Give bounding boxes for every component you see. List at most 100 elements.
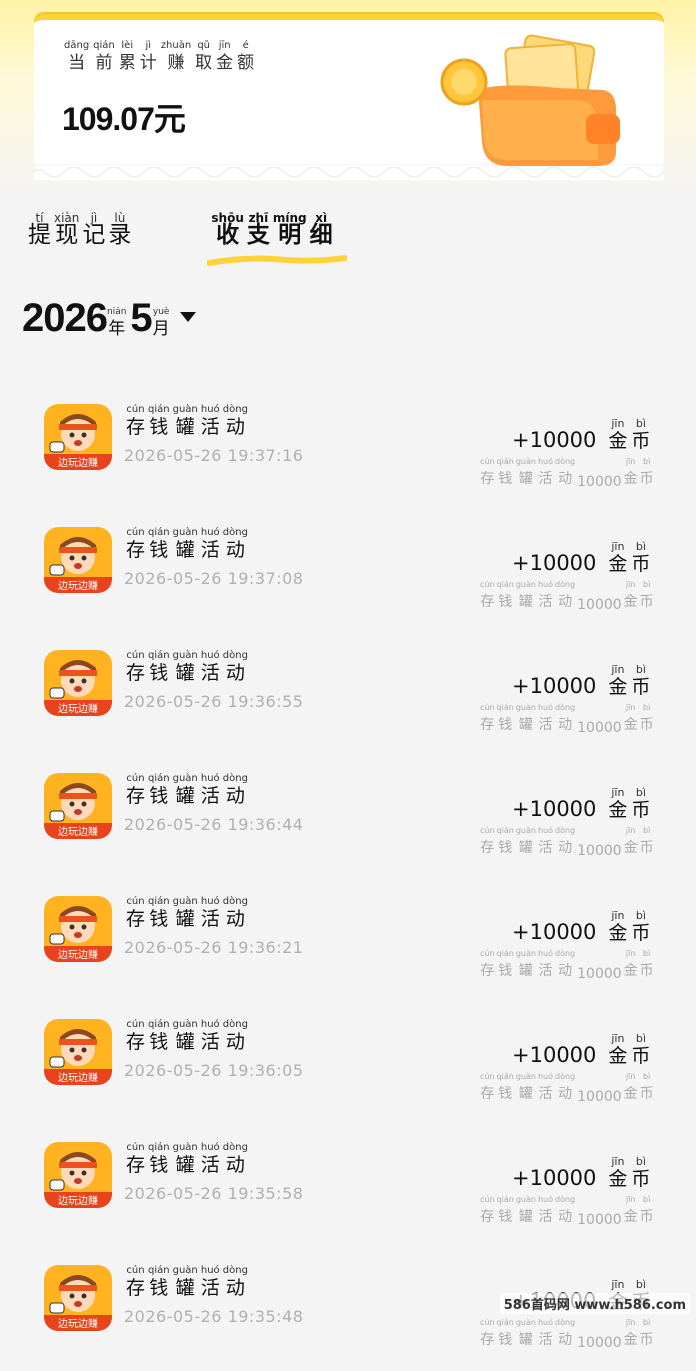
pinyin: bì: [635, 417, 646, 430]
ruby-char: jīn金: [608, 664, 627, 699]
ruby-char: guàn 罐: [173, 404, 198, 438]
transaction-item[interactable]: 边玩边赚 cún 存 qián 钱 guàn 罐 huó 活 dòng 动 2026-05-26 19…: [0, 523, 696, 633]
pinyin: huó: [200, 527, 220, 538]
ruby-char: jì 记: [82, 212, 105, 247]
ruby-char: xiàn 现: [54, 212, 79, 247]
pinyin: huó: [537, 1318, 553, 1327]
transaction-item[interactable]: 边玩边赚 cún 存 qián 钱 guàn 罐 huó 活 dòng 动 2026-05-26 19…: [0, 892, 696, 1002]
app-icon: 边玩边赚: [44, 1019, 112, 1085]
hanzi: 金: [608, 1168, 628, 1190]
ruby-char: guàn 罐: [173, 1142, 198, 1176]
ruby-char: dāng 当: [64, 40, 89, 74]
hanzi: 罐: [175, 1277, 195, 1299]
hanzi: 金: [623, 963, 638, 979]
ruby-char: huó 活: [538, 702, 553, 736]
pinyin: jīn: [625, 580, 636, 589]
ruby-char: qián 钱: [148, 650, 170, 684]
transaction-time: 2026-05-26 19:36:44: [124, 815, 304, 834]
pinyin: jīn: [625, 1195, 636, 1204]
ruby-char: qián 钱: [148, 896, 170, 930]
pinyin: huó: [200, 773, 220, 784]
pinyin: jīn: [625, 949, 636, 958]
hanzi: 金: [623, 1209, 638, 1225]
transaction-item[interactable]: 边玩边赚 cún 存 qián 钱 guàn 罐 huó 活 dòng 动 2026-05-26 19…: [0, 646, 696, 756]
pinyin: jīn: [625, 1072, 636, 1081]
ruby-char: cún 存: [126, 1265, 145, 1299]
ruby-char: zhī 支: [247, 212, 270, 246]
hanzi: 动: [225, 539, 245, 561]
transaction-item[interactable]: 边玩边赚 cún 存 qián 钱 guàn 罐 huó 活 dòng 动 2026-05-26 19…: [0, 1138, 696, 1248]
tab-withdraw-records[interactable]: tí 提 xiàn 现 jì 记 lù 录: [28, 212, 131, 247]
pinyin: dòng: [555, 1195, 576, 1204]
month-picker[interactable]: 2026 nián 年 5 yuè 月: [22, 296, 196, 340]
hanzi: 钱: [498, 717, 513, 733]
pinyin: jì: [145, 40, 152, 51]
ruby-char: bì币: [631, 541, 650, 576]
hanzi: 前: [95, 53, 113, 73]
ruby-char: jīn金: [624, 456, 638, 490]
ruby-char: zhuàn 赚: [161, 40, 191, 74]
pinyin: qián: [496, 457, 514, 466]
ruby-char: dòng 动: [555, 1071, 575, 1105]
hanzi: 罐: [175, 662, 195, 684]
transaction-item[interactable]: 边玩边赚 cún 存 qián 钱 guàn 罐 huó 活 dòng 动 2026-05-26 19…: [0, 769, 696, 879]
year-unit: nián 年: [106, 307, 127, 339]
ruby-char: jīn金: [624, 702, 638, 736]
hanzi: 活: [200, 1031, 220, 1053]
ruby-char: qián 钱: [497, 825, 514, 859]
ruby-char: cún 存: [480, 702, 495, 736]
transaction-item[interactable]: 边玩边赚 cún 存 qián 钱 guàn 罐 huó 活 dòng 动 2026-05-26 19…: [0, 1261, 696, 1371]
hanzi: 金: [623, 1086, 638, 1102]
transaction-title: cún 存 qián 钱 guàn 罐 huó 活 dòng 动: [126, 650, 248, 684]
app-icon: 边玩边赚: [44, 1142, 112, 1208]
transaction-item[interactable]: 边玩边赚 cún 存 qián 钱 guàn 罐 huó 活 dòng 动 2026-05-26 19…: [0, 400, 696, 510]
note-amount: 10000: [577, 597, 622, 613]
transaction-time: 2026-05-26 19:35:48: [124, 1307, 304, 1326]
pinyin: dòng: [555, 1318, 576, 1327]
ruby-char: guàn 罐: [173, 1019, 198, 1053]
hanzi: 动: [225, 416, 245, 438]
ruby-char: guàn 罐: [516, 456, 536, 490]
ruby-char: qián 钱: [497, 1071, 514, 1105]
ruby-char: qián 钱: [148, 1265, 170, 1299]
ruby-char: qián 钱: [497, 1317, 514, 1351]
transaction-note: cún 存 qián 钱 guàn 罐 huó 活 dòng 动 10000 jīn 金 bì 币: [480, 1071, 654, 1105]
month-unit: yuè 月: [152, 307, 170, 339]
ruby-char: huó 活: [201, 1265, 220, 1299]
hanzi: 罐: [518, 471, 533, 487]
ruby-char: qián 钱: [148, 1142, 170, 1176]
pinyin: cún: [480, 949, 495, 958]
transaction-item[interactable]: 边玩边赚 cún 存 qián 钱 guàn 罐 huó 活 dòng 动 2026-05-26 19…: [0, 1015, 696, 1125]
ruby-char: bì币: [631, 664, 650, 699]
transaction-amount: +10000jīn金bì币: [512, 1033, 650, 1068]
transaction-amount: +10000jīn金bì币: [512, 664, 650, 699]
tab-income-details[interactable]: shōu 收 zhī 支 míng 明 xì 细: [207, 212, 348, 266]
pinyin: huó: [537, 1072, 553, 1081]
pinyin: bì: [643, 580, 651, 589]
app-icon: 边玩边赚: [44, 773, 112, 839]
pinyin: huó: [537, 1195, 553, 1204]
pinyin: qián: [496, 580, 514, 589]
active-tab-underline: [207, 255, 348, 266]
ruby-char: dòng 动: [555, 1194, 575, 1228]
pinyin: qián: [148, 1265, 170, 1276]
app-icon-label: 边玩边赚: [58, 1317, 98, 1330]
hanzi: 罐: [518, 1332, 533, 1348]
hanzi: 存: [480, 717, 495, 733]
ruby-char: bì币: [631, 787, 650, 822]
ruby-char: qián 前: [93, 40, 115, 74]
ruby-char: bì币: [631, 1033, 650, 1068]
hanzi: 钱: [149, 785, 169, 807]
pinyin: dòng: [222, 896, 248, 907]
pinyin: cún: [126, 1019, 145, 1030]
pinyin: cún: [480, 580, 495, 589]
hanzi: 活: [538, 1332, 553, 1348]
ruby-char: huó 活: [201, 1019, 220, 1053]
caret-down-icon[interactable]: [179, 312, 196, 322]
ruby-char: jīn金: [624, 1317, 638, 1351]
app-icon: 边玩边赚: [44, 527, 112, 593]
hanzi: 存: [480, 471, 495, 487]
transaction-note: cún 存 qián 钱 guàn 罐 huó 活 dòng 动 10000 jīn 金 bì 币: [480, 579, 654, 613]
ruby-char: bì币: [631, 417, 650, 453]
ruby-char: qián 钱: [497, 456, 514, 490]
